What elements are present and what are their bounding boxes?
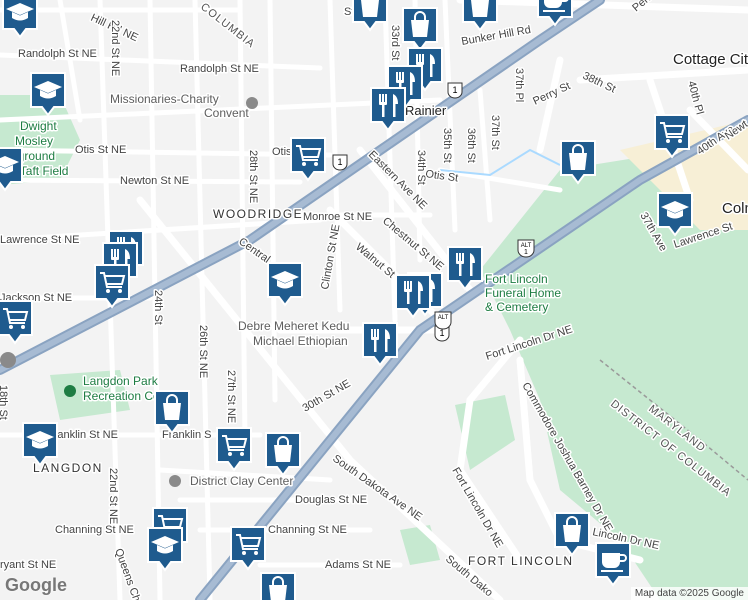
- street-label: 27th St NE: [225, 370, 237, 423]
- street-label: Douglas St NE: [295, 494, 367, 506]
- poi-label-funeral-home-3: & Cemetery: [485, 300, 548, 314]
- convent-icon: [246, 97, 258, 109]
- place-icon: [0, 352, 16, 368]
- street-label: Randolph St NE: [180, 63, 259, 75]
- route-shield-alt1: ALT: [434, 311, 452, 330]
- city-cottage-city: Cottage City: [673, 51, 748, 68]
- street-label: 24th St: [152, 290, 164, 325]
- street-label: 37th Pl: [513, 68, 525, 102]
- street-label: 22nd St NE: [107, 468, 119, 524]
- street-label: 26th St NE: [197, 325, 209, 378]
- poi-label-church-2: Michael Ethiopian: [253, 334, 348, 348]
- street-label: 22nd St NE: [109, 20, 121, 76]
- park-icon: [64, 385, 76, 397]
- city-colmar: Colm: [722, 200, 748, 217]
- svg-text:ALT: ALT: [438, 315, 449, 321]
- shopping-bag-icon[interactable]: [260, 572, 296, 600]
- street-label: Newton St NE: [120, 175, 189, 187]
- poi-label-dwight: Dwight: [20, 119, 57, 133]
- clay-center-icon: [169, 475, 181, 487]
- street-label: 34th St: [415, 150, 427, 185]
- poi-label-langdon-park: Langdon Park: [83, 374, 159, 388]
- svg-text:1: 1: [439, 328, 444, 338]
- neighborhood-woodridge: WOODRIDGE: [213, 207, 303, 221]
- route-shield-1: 1: [447, 82, 463, 99]
- street-label: Otis: [272, 146, 292, 158]
- poi-label-dwight-2: Mosley: [15, 134, 53, 148]
- poi-label-clay-center: District Clay Center: [190, 474, 293, 488]
- street-label: 33rd St: [389, 25, 401, 60]
- street-label: 37th St: [489, 115, 501, 150]
- poi-label-convent-2: Convent: [204, 106, 249, 120]
- street-label: Channing St NE: [55, 524, 134, 536]
- street-label: ryant St NE: [0, 559, 56, 571]
- street-label: Monroe St NE: [303, 211, 372, 223]
- route-shield-1: 1: [332, 154, 348, 171]
- svg-text:1: 1: [452, 85, 457, 95]
- street-label: 28th St NE: [247, 150, 259, 203]
- route-shield-alt1: ALT1: [517, 239, 535, 258]
- neighborhood-langdon: LANGDON: [33, 461, 103, 475]
- street-label: Lawrence St NE: [0, 234, 79, 246]
- google-logo: Google: [5, 575, 67, 595]
- street-label: 35th St: [441, 128, 453, 163]
- svg-text:1: 1: [524, 249, 528, 256]
- neighborhood-fort-lincoln: FORT LINCOLN: [468, 554, 574, 568]
- map-canvas[interactable]: 1 1 1 ALT1 ALT Hill Rd NE Randolph St NE…: [0, 0, 748, 600]
- street-label: Adams St NE: [325, 559, 391, 571]
- poi-label-church: Debre Meheret Kedu: [238, 319, 349, 333]
- poi-label-funeral-home-2: Funeral Home: [485, 286, 561, 300]
- street-label: 36th St: [465, 128, 477, 163]
- street-label: Channing St NE: [268, 524, 347, 536]
- street-label: 18th St: [0, 385, 9, 420]
- poi-label-convent: Missionaries-Charity: [110, 92, 219, 106]
- street-label: Randolph St NE: [18, 48, 97, 60]
- svg-text:1: 1: [337, 157, 342, 167]
- poi-label-funeral-home: Fort Lincoln: [485, 272, 548, 286]
- street-label: Otis St NE: [75, 144, 126, 156]
- map-attribution[interactable]: Map data ©2025 Google: [630, 587, 748, 600]
- city-rainier: Rainier: [405, 103, 447, 118]
